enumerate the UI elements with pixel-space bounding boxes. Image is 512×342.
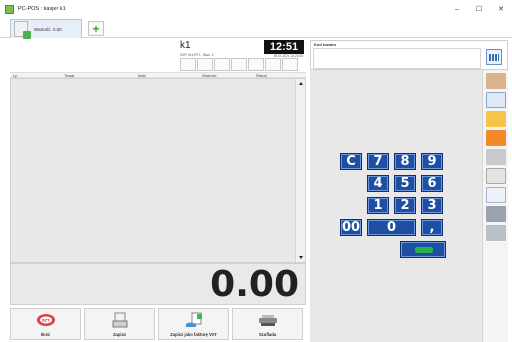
key-comma[interactable]: , bbox=[421, 219, 443, 236]
input-panel: Kod towaru C 7 8 9 4 5 6 1 2 3 00 0 , bbox=[310, 40, 508, 342]
key-00[interactable]: 00 bbox=[340, 219, 362, 236]
barcode-input[interactable] bbox=[313, 48, 481, 69]
receipt-header: k1 SZP, M.ŁRTL, Stan. 1 12:51 05.01.2021… bbox=[10, 40, 306, 72]
save-as-invoice-label: Zapisz jako fakturę VAT bbox=[170, 332, 217, 337]
status-box bbox=[180, 58, 196, 71]
save-receipt-button[interactable]: Zapisz bbox=[84, 308, 155, 340]
scale-icon[interactable] bbox=[486, 225, 506, 241]
status-box bbox=[282, 58, 298, 71]
key-0[interactable]: 0 bbox=[367, 219, 416, 236]
on-screen-keyboard-icon[interactable] bbox=[486, 49, 502, 65]
key-8[interactable]: 8 bbox=[394, 153, 416, 170]
quantity-button-label: Ilość bbox=[40, 332, 51, 337]
key-7[interactable]: 7 bbox=[367, 153, 389, 170]
clock-date: 05.01.2021 14:23:05 bbox=[273, 54, 303, 58]
tools-icon[interactable] bbox=[486, 149, 506, 165]
receipt-tab-label: Wartość: 0.00 bbox=[34, 26, 62, 32]
key-5[interactable]: 5 bbox=[394, 175, 416, 192]
scroll-up-icon[interactable] bbox=[299, 82, 303, 85]
list-icon[interactable] bbox=[486, 187, 506, 203]
status-box bbox=[214, 58, 230, 71]
status-box bbox=[231, 58, 247, 71]
items-scrollbar[interactable] bbox=[295, 79, 305, 262]
key-2[interactable]: 2 bbox=[394, 197, 416, 214]
maximize-button[interactable]: ☐ bbox=[468, 0, 490, 18]
register-icon[interactable] bbox=[486, 206, 506, 222]
scroll-down-icon[interactable] bbox=[299, 256, 303, 259]
key-clear[interactable]: C bbox=[340, 153, 362, 170]
add-receipt-button[interactable]: + bbox=[88, 21, 104, 36]
close-button[interactable]: ✕ bbox=[490, 0, 512, 18]
minimize-button[interactable]: – bbox=[446, 0, 468, 18]
folder-icon[interactable] bbox=[486, 111, 506, 127]
clock: 12:51 bbox=[264, 40, 304, 54]
confirm-button[interactable] bbox=[400, 241, 446, 258]
quantity-button[interactable]: SZT. Ilość bbox=[10, 308, 81, 340]
cash-drawer-icon bbox=[258, 315, 277, 326]
bottom-action-bar: SZT. Ilość Zapisz Zapisz jako fakturę VA… bbox=[10, 306, 306, 342]
invoice-icon bbox=[185, 312, 202, 327]
numeric-keypad: C 7 8 9 4 5 6 1 2 3 00 0 , bbox=[340, 153, 450, 263]
quantity-icon: SZT. bbox=[36, 314, 55, 326]
cash-drawer-label: Szuflada bbox=[258, 332, 277, 337]
key-6[interactable]: 6 bbox=[421, 175, 443, 192]
total-panel: 0.00 bbox=[10, 263, 306, 305]
title-bar: PC-POS : kasjer k1 – ☐ ✕ bbox=[0, 0, 512, 18]
receipt-total: 0.00 bbox=[210, 264, 299, 305]
document-pen-icon[interactable] bbox=[486, 168, 506, 184]
status-box bbox=[248, 58, 264, 71]
window-title: PC-POS : kasjer k1 bbox=[18, 6, 66, 12]
receipt-tab-bar: Wartość: 0.00 + bbox=[0, 18, 512, 39]
status-box bbox=[265, 58, 281, 71]
key-4[interactable]: 4 bbox=[367, 175, 389, 192]
barcode-grid-icon[interactable] bbox=[486, 92, 506, 108]
pos-window: PC-POS : kasjer k1 – ☐ ✕ Wartość: 0.00 +… bbox=[0, 0, 512, 342]
items-table[interactable] bbox=[10, 78, 306, 263]
barcode-section: Kod towaru bbox=[310, 40, 508, 70]
function-sidebar bbox=[482, 70, 508, 342]
cashier-station-info: SZP, M.ŁRTL, Stan. 1 bbox=[180, 53, 214, 57]
key-3[interactable]: 3 bbox=[421, 197, 443, 214]
key-1[interactable]: 1 bbox=[367, 197, 389, 214]
cashier-name: k1 bbox=[180, 40, 191, 51]
key-9[interactable]: 9 bbox=[421, 153, 443, 170]
receipt-save-icon bbox=[112, 312, 127, 328]
receipt-tab[interactable]: Wartość: 0.00 bbox=[10, 19, 82, 39]
app-logo-icon bbox=[5, 4, 14, 14]
save-as-invoice-button[interactable]: Zapisz jako fakturę VAT bbox=[158, 308, 229, 340]
building-icon[interactable] bbox=[486, 73, 506, 89]
receipt-document-icon bbox=[14, 21, 31, 39]
save-receipt-label: Zapisz bbox=[112, 332, 127, 337]
svg-text:SZT.: SZT. bbox=[41, 318, 49, 323]
barcode-label: Kod towaru bbox=[314, 42, 336, 47]
cash-drawer-button[interactable]: Szuflada bbox=[232, 308, 303, 340]
status-box bbox=[197, 58, 213, 71]
status-boxes bbox=[180, 58, 299, 71]
discount-icon[interactable] bbox=[486, 130, 506, 146]
